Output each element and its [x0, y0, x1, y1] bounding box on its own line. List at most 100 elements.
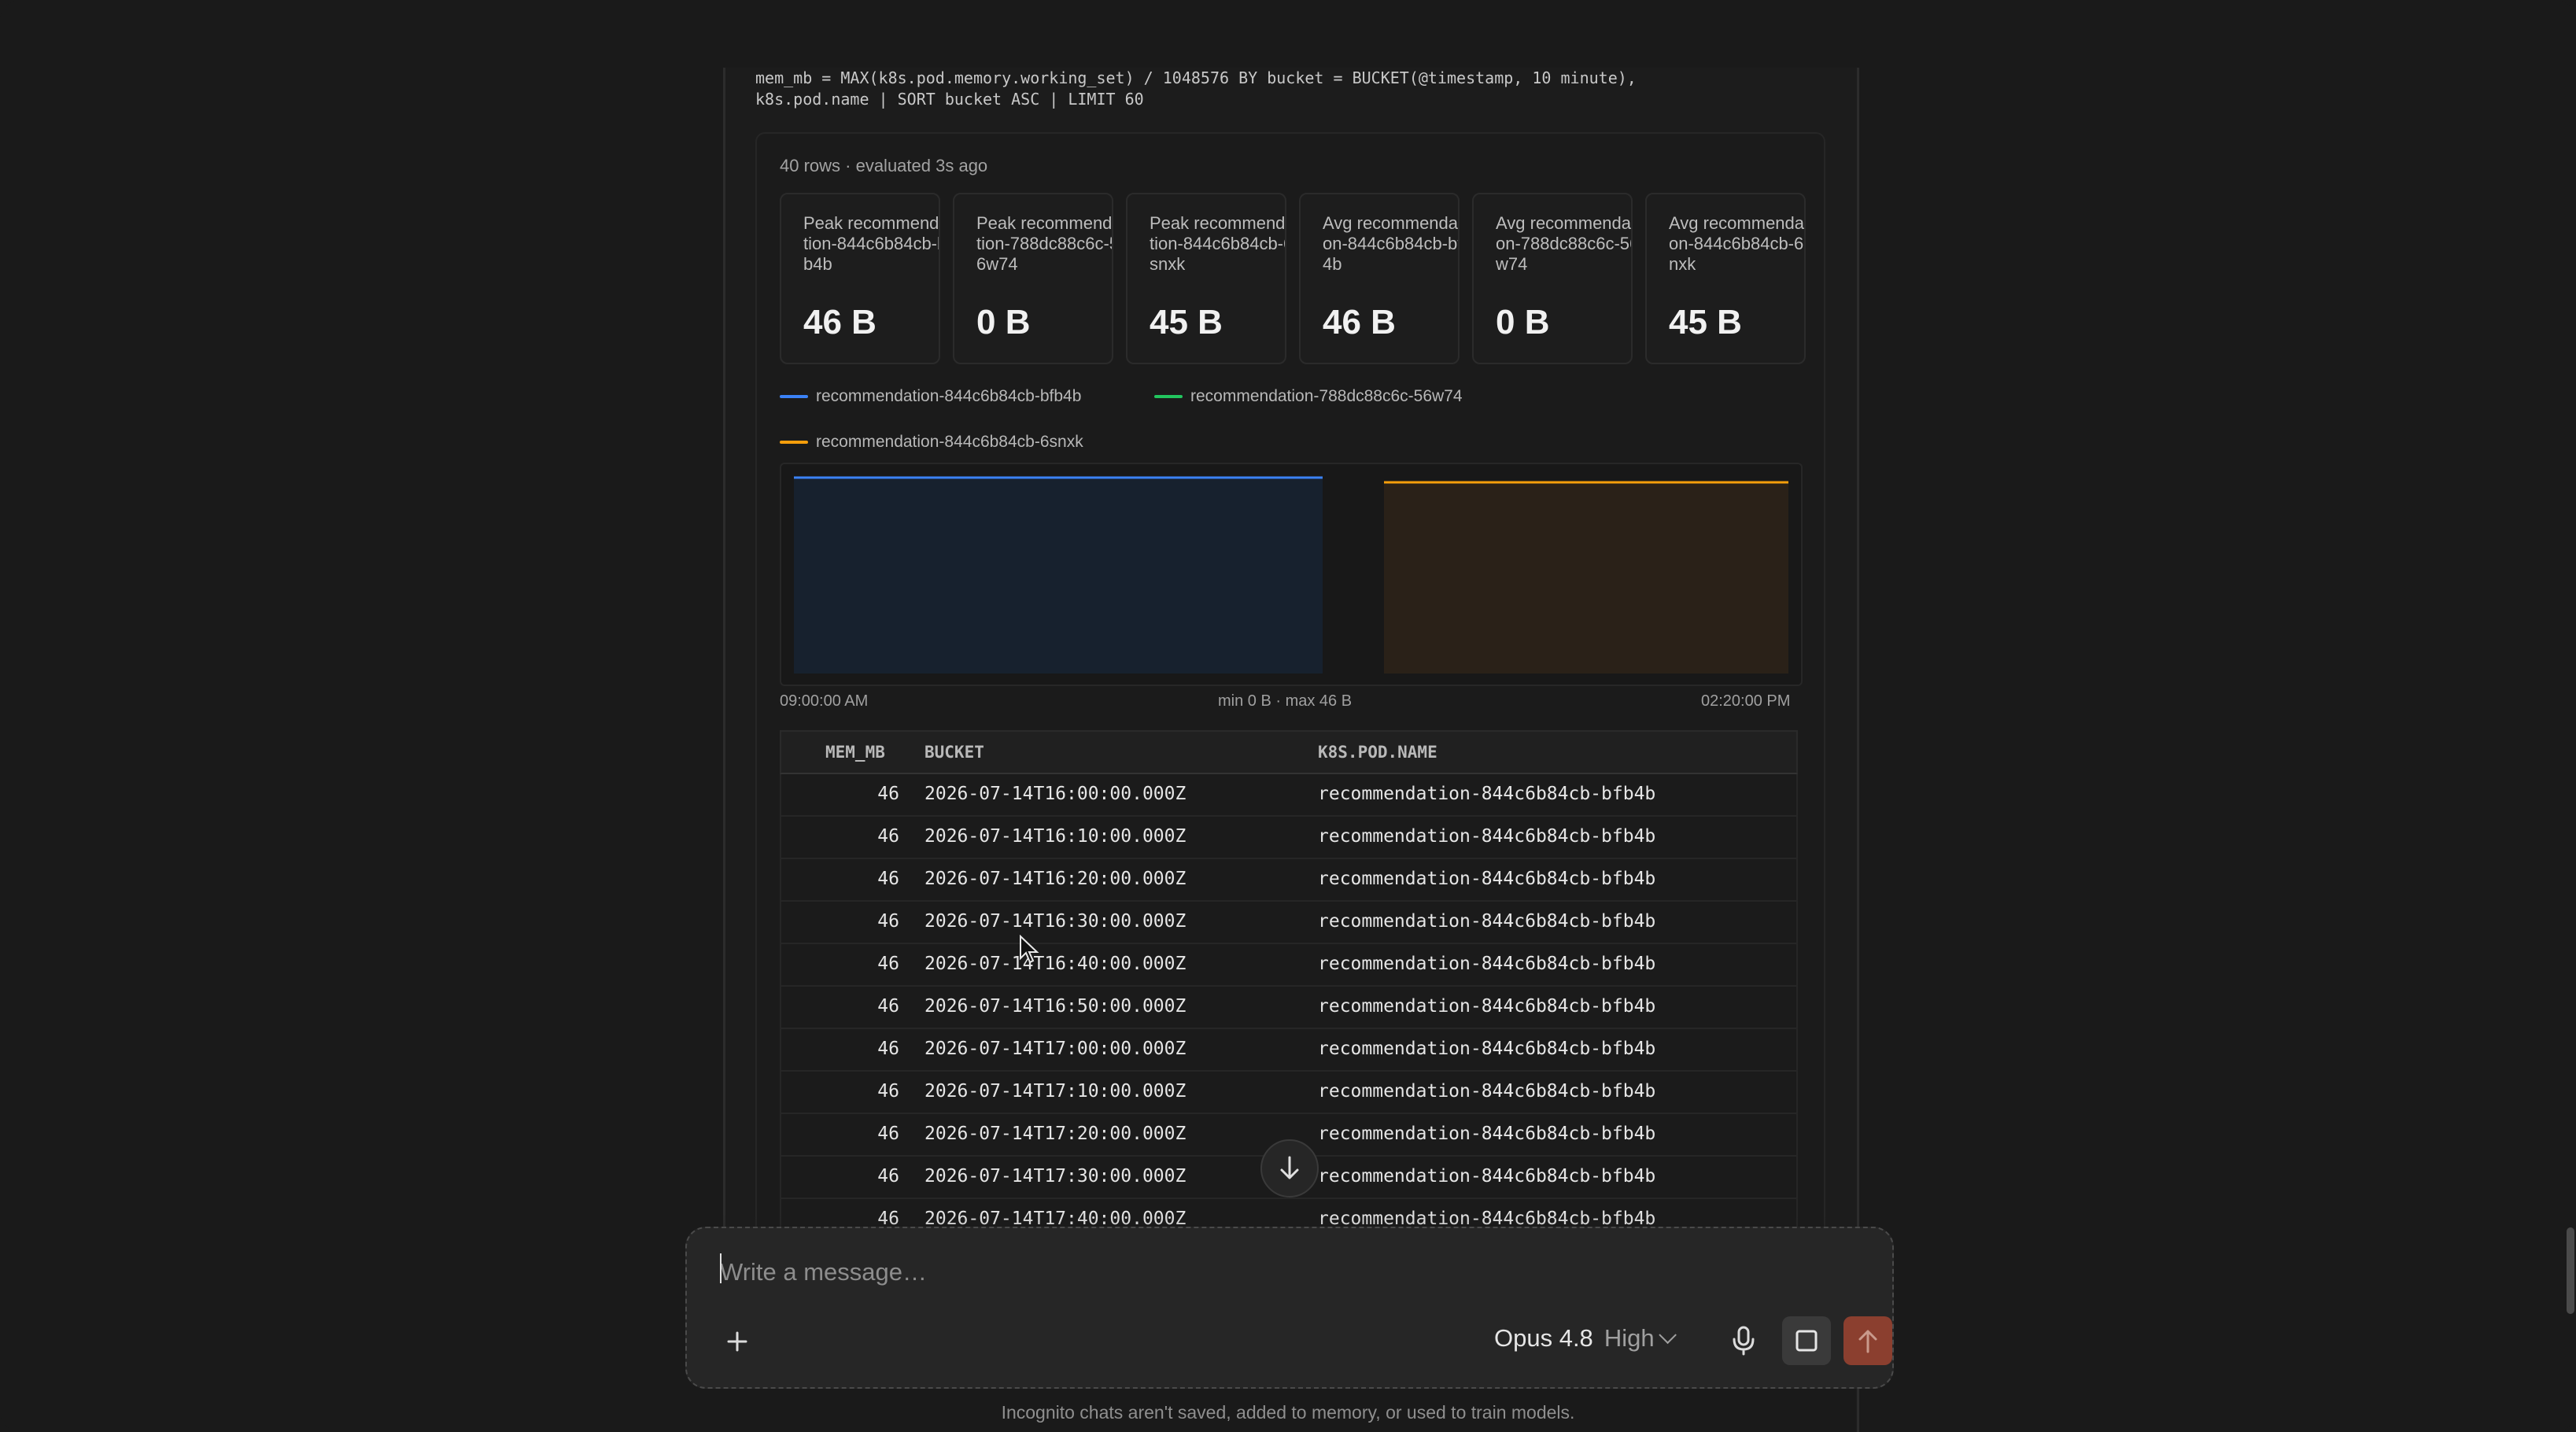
column-header-mem-mb[interactable]: MEM_MB: [825, 743, 885, 762]
stat-label: Avg recommendation-844c6b84cb-bfb4b: [1323, 213, 1460, 274]
text-caret: [720, 1253, 722, 1283]
arrow-down-icon: [1280, 1156, 1299, 1179]
cell-pod-name: recommendation-844c6b84cb-bfb4b: [1318, 954, 1656, 974]
cell-bucket: 2026-07-14T17:00:00.000Z: [924, 1039, 1187, 1059]
series-area-bfb4b: [794, 477, 1323, 674]
cell-bucket: 2026-07-14T17:20:00.000Z: [924, 1124, 1187, 1144]
app-window: mem_mb = MAX(k8s.pod.memory.working_set)…: [0, 0, 2576, 1432]
table-row: 46 2026-07-14T17:00:00.000Z recommendation…: [780, 1029, 1798, 1072]
voice-mode-button[interactable]: [1782, 1316, 1831, 1365]
stat-value: 0 B: [1496, 303, 1550, 341]
table-row: 46 2026-07-14T16:10:00.000Z recommendation…: [780, 817, 1798, 859]
message-input[interactable]: [718, 1252, 1823, 1293]
stat-label: Peak recommendation-788dc88c6c-56w74: [976, 213, 1113, 274]
series-area-6snxk: [1384, 482, 1788, 674]
chart-svg: [794, 476, 1788, 674]
cell-bucket: 2026-07-14T16:20:00.000Z: [924, 869, 1187, 889]
cell-mem-mb: 46: [877, 826, 899, 847]
add-attachment-button[interactable]: [717, 1321, 758, 1362]
stat-value: 45 B: [1150, 303, 1223, 341]
stat-card: Avg recommendation-844c6b84cb-6snxk 45 B: [1645, 193, 1806, 364]
microphone-icon: [1733, 1326, 1755, 1356]
legend-item: recommendation-844c6b84cb-6snxk: [780, 433, 1083, 452]
table-row: 46 2026-07-14T16:30:00.000Z recommendation…: [780, 902, 1798, 944]
axis-end-label: 02:20:00 PM: [1701, 692, 1791, 710]
table-row: 46 2026-07-14T16:50:00.000Z recommendation…: [780, 987, 1798, 1029]
legend-swatch: [1154, 395, 1183, 398]
stat-card: Peak recommendation-788dc88c6c-56w74 0 B: [953, 193, 1113, 364]
cell-pod-name: recommendation-844c6b84cb-bfb4b: [1318, 911, 1656, 932]
cell-pod-name: recommendation-844c6b84cb-bfb4b: [1318, 1124, 1656, 1144]
legend-label: recommendation-788dc88c6c-56w74: [1190, 387, 1463, 405]
stat-value: 45 B: [1669, 303, 1742, 341]
incognito-notice: Incognito chats aren't saved, added to m…: [1001, 1402, 1575, 1423]
cell-pod-name: recommendation-844c6b84cb-bfb4b: [1318, 1166, 1656, 1187]
cell-mem-mb: 46: [877, 784, 899, 804]
legend-swatch: [780, 441, 808, 444]
table-row: 46 2026-07-14T16:00:00.000Z recommendation…: [780, 774, 1798, 817]
cell-mem-mb: 46: [877, 954, 899, 974]
effort-level: High: [1604, 1324, 1655, 1352]
voice-input-button[interactable]: [1719, 1316, 1768, 1365]
legend-swatch: [780, 395, 808, 398]
stat-value: 0 B: [976, 303, 1031, 341]
legend-item: recommendation-788dc88c6c-56w74: [1154, 387, 1463, 406]
cell-mem-mb: 46: [877, 911, 899, 932]
cell-mem-mb: 46: [877, 869, 899, 889]
stat-value: 46 B: [803, 303, 877, 341]
stat-card: Avg recommendation-788dc88c6c-56w74 0 B: [1472, 193, 1633, 364]
table-row: 46 2026-07-14T16:40:00.000Z recommendation…: [780, 944, 1798, 987]
arrow-up-icon: [1858, 1330, 1877, 1353]
cell-pod-name: recommendation-844c6b84cb-bfb4b: [1318, 784, 1656, 804]
send-button[interactable]: [1843, 1316, 1892, 1365]
cell-pod-name: recommendation-844c6b84cb-bfb4b: [1318, 1039, 1656, 1059]
column-header-bucket[interactable]: BUCKET: [924, 743, 984, 762]
cell-mem-mb: 46: [877, 996, 899, 1017]
scroll-to-bottom-button[interactable]: [1260, 1139, 1319, 1198]
stat-card: Peak recommendation-844c6b84cb-6snxk 45 …: [1126, 193, 1286, 364]
stop-square-icon: [1795, 1330, 1818, 1352]
stat-card: Peak recommendation-844c6b84cb-bfb4b 46 …: [780, 193, 940, 364]
plus-icon: [727, 1331, 747, 1352]
cell-bucket: 2026-07-14T16:00:00.000Z: [924, 784, 1187, 804]
legend-item: recommendation-844c6b84cb-bfb4b: [780, 387, 1081, 406]
cell-mem-mb: 46: [877, 1081, 899, 1102]
table-row: 46 2026-07-14T16:20:00.000Z recommendation…: [780, 859, 1798, 902]
stat-label: Avg recommendation-788dc88c6c-56w74: [1496, 213, 1633, 274]
memory-chart: [780, 463, 1803, 686]
axis-start-label: 09:00:00 AM: [780, 692, 869, 710]
cell-bucket: 2026-07-14T16:10:00.000Z: [924, 826, 1187, 847]
model-name: Opus 4.8: [1494, 1324, 1593, 1352]
message-composer: Opus 4.8 High: [685, 1227, 1894, 1389]
stat-label: Peak recommendation-844c6b84cb-6snxk: [1150, 213, 1286, 274]
table-header: MEM_MB BUCKET K8S.POD.NAME: [780, 730, 1798, 774]
result-meta: 40 rows · evaluated 3s ago: [780, 156, 988, 175]
stat-cards: Peak recommendation-844c6b84cb-bfb4b 46 …: [780, 193, 1806, 364]
legend-label: recommendation-844c6b84cb-6snxk: [816, 433, 1083, 451]
column-header-pod-name[interactable]: K8S.POD.NAME: [1318, 743, 1437, 762]
cell-mem-mb: 46: [877, 1039, 899, 1059]
stat-value: 46 B: [1323, 303, 1396, 341]
cell-mem-mb: 46: [877, 1124, 899, 1144]
cell-bucket: 2026-07-14T17:30:00.000Z: [924, 1166, 1187, 1187]
mouse-cursor-icon: [1020, 935, 1039, 964]
query-line-2: k8s.pod.name | SORT bucket ASC | LIMIT 6…: [755, 90, 1144, 109]
cell-bucket: 2026-07-14T16:30:00.000Z: [924, 911, 1187, 932]
cell-bucket: 2026-07-14T17:10:00.000Z: [924, 1081, 1187, 1102]
table-row: 46 2026-07-14T17:10:00.000Z recommendation…: [780, 1072, 1798, 1114]
stat-label: Avg recommendation-844c6b84cb-6snxk: [1669, 213, 1806, 274]
cell-pod-name: recommendation-844c6b84cb-bfb4b: [1318, 996, 1656, 1017]
stat-card: Avg recommendation-844c6b84cb-bfb4b 46 B: [1299, 193, 1460, 364]
chevron-down-icon: [1658, 1326, 1677, 1345]
axis-summary-label: min 0 B · max 46 B: [1218, 692, 1353, 710]
cell-pod-name: recommendation-844c6b84cb-bfb4b: [1318, 826, 1656, 847]
query-line-1: mem_mb = MAX(k8s.pod.memory.working_set)…: [755, 68, 1637, 87]
legend-label: recommendation-844c6b84cb-bfb4b: [816, 387, 1082, 405]
page-scrollbar[interactable]: [2567, 1227, 2574, 1314]
model-selector[interactable]: Opus 4.8 High: [1494, 1324, 1677, 1353]
cell-pod-name: recommendation-844c6b84cb-bfb4b: [1318, 869, 1656, 889]
cell-pod-name: recommendation-844c6b84cb-bfb4b: [1318, 1081, 1656, 1102]
stat-label: Peak recommendation-844c6b84cb-bfb4b: [803, 213, 940, 274]
cell-mem-mb: 46: [877, 1166, 899, 1187]
cell-bucket: 2026-07-14T16:50:00.000Z: [924, 996, 1187, 1017]
